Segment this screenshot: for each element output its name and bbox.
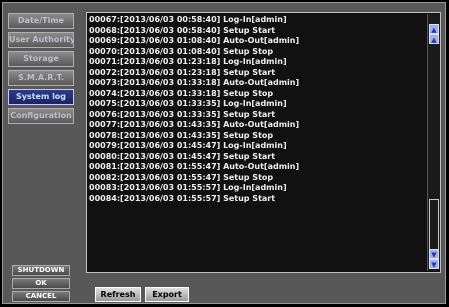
- log-entry: 00067:[2013/06/03 00:58:40] Log-In[admin…: [89, 15, 287, 24]
- log-entry: 00080:[2013/06/03 01:45:47] Setup Start: [89, 151, 276, 161]
- log-entry: 00081:[2013/06/03 01:55:47] Auto-Out[adm…: [89, 162, 300, 171]
- system-log-panel: 00067:[2013/06/03 00:58:40] Log-In[admin…: [86, 12, 441, 273]
- log-entry: 00076:[2013/06/03 01:33:35] Setup Start: [89, 109, 276, 119]
- log-entry: 00074:[2013/06/03 01:33:18] Setup Stop: [89, 88, 274, 98]
- export-button[interactable]: Export: [145, 287, 189, 302]
- sidebar-item-smart[interactable]: S.M.A.R.T.: [8, 70, 74, 86]
- log-entry: 00072:[2013/06/03 01:23:18] Setup Start: [89, 67, 276, 77]
- scroll-page-down-icon[interactable]: ▼: [429, 249, 439, 259]
- scroll-up-icon[interactable]: ▲: [429, 24, 439, 34]
- ok-button[interactable]: OK: [12, 278, 70, 289]
- log-entry: 00084:[2013/06/03 01:55:57] Setup Start: [89, 193, 276, 203]
- shutdown-button[interactable]: SHUTDOWN: [12, 265, 70, 276]
- log-entry: 00078:[2013/06/03 01:43:35] Setup Stop: [89, 130, 274, 140]
- sidebar-item-date-time[interactable]: Date/Time: [8, 13, 74, 29]
- sidebar-item-system-log[interactable]: System log: [8, 89, 74, 105]
- log-entry: 00077:[2013/06/03 01:43:35] Auto-Out[adm…: [89, 120, 300, 129]
- log-entry: 00073:[2013/06/03 01:33:18] Auto-Out[adm…: [89, 78, 300, 87]
- log-entry: 00079:[2013/06/03 01:45:47] Log-In[admin…: [89, 141, 287, 150]
- cancel-button[interactable]: CANCEL: [12, 291, 70, 302]
- log-entry: 00070:[2013/06/03 01:08:40] Setup Stop: [89, 46, 274, 56]
- log-entry: 00083:[2013/06/03 01:55:57] Log-In[admin…: [89, 183, 287, 192]
- refresh-button[interactable]: Refresh: [95, 287, 141, 302]
- scroll-thumb[interactable]: [429, 199, 439, 255]
- log-scrollbar[interactable]: ▲ ▲ ▼ ▼: [427, 14, 440, 271]
- sidebar: Date/Time User Authority Storage S.M.A.R…: [4, 5, 80, 305]
- sidebar-item-storage[interactable]: Storage: [8, 51, 74, 67]
- sidebar-item-configuration[interactable]: Configuration: [8, 108, 74, 124]
- sidebar-item-user-authority[interactable]: User Authority: [8, 32, 74, 48]
- log-list: 00067:[2013/06/03 00:58:40] Log-In[admin…: [89, 15, 425, 270]
- log-entry: 00069:[2013/06/03 01:08:40] Auto-Out[adm…: [89, 36, 300, 45]
- scroll-down-icon[interactable]: ▼: [429, 259, 439, 269]
- log-entry: 00082:[2013/06/03 01:55:47] Setup Stop: [89, 172, 274, 182]
- log-entry: 00068:[2013/06/03 00:58:40] Setup Start: [89, 25, 276, 35]
- log-entry: 00071:[2013/06/03 01:23:18] Log-In[admin…: [89, 57, 287, 66]
- log-entry: 00075:[2013/06/03 01:33:35] Log-In[admin…: [89, 99, 287, 108]
- scroll-page-up-icon[interactable]: ▲: [429, 34, 439, 44]
